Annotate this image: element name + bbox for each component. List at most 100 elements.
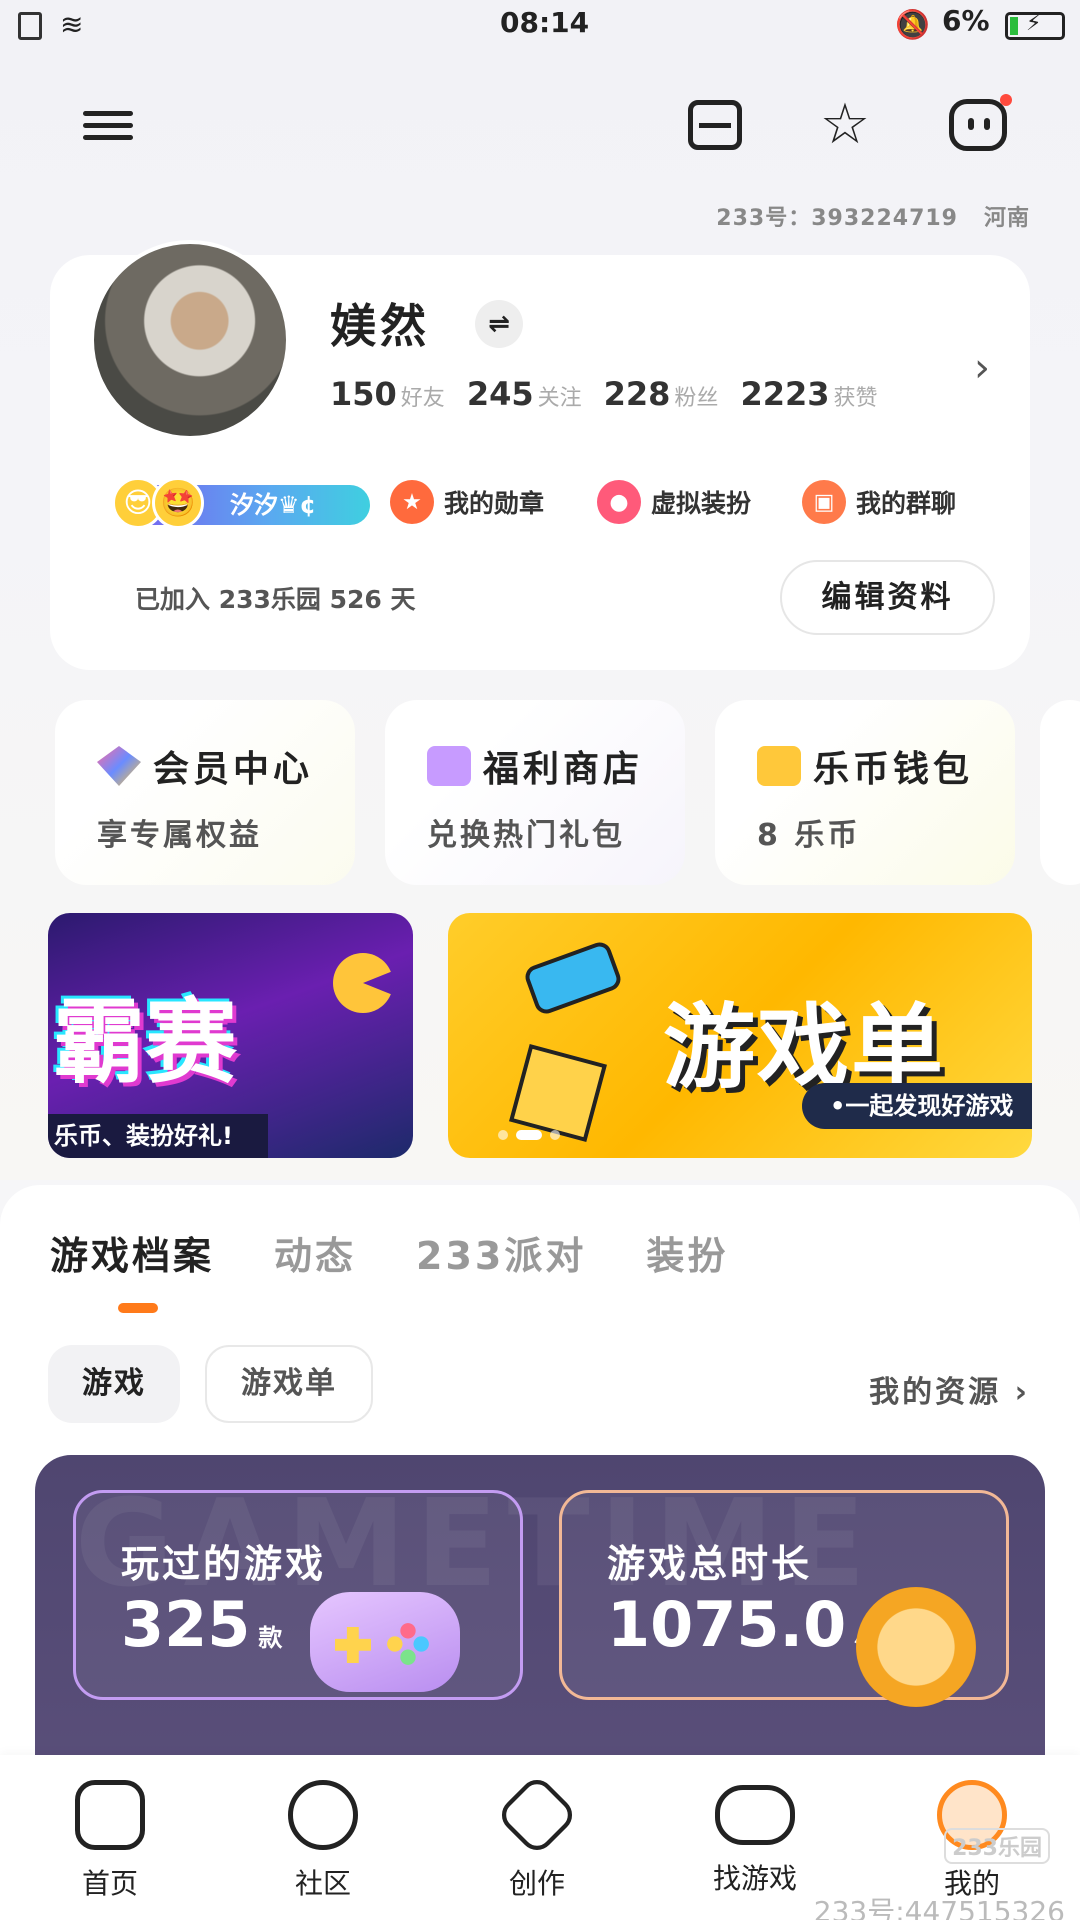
gift-icon	[427, 746, 471, 786]
quick-card-subtitle: 8 乐币	[757, 818, 861, 853]
filter-games[interactable]: 游戏	[48, 1345, 180, 1423]
stat-likes[interactable]: 2223 获赞	[740, 375, 877, 413]
nav-label: 创作	[508, 1867, 565, 1900]
stat-number: 2223	[740, 375, 830, 413]
quick-card-title: 福利商店	[483, 749, 644, 790]
handheld-console-icon	[522, 939, 624, 1017]
welfare-shop-card[interactable]: 福利商店 兑换热门礼包	[385, 700, 685, 885]
game-list-banner[interactable]: 游戏单 •一起发现好游戏	[448, 913, 1032, 1158]
chip-label: 我的勋章	[444, 489, 545, 518]
tab-moments[interactable]: 动态	[274, 1225, 356, 1280]
message-icon[interactable]	[948, 94, 1012, 155]
tab-game-archive[interactable]: 游戏档案	[50, 1225, 214, 1280]
gamepad-icon	[310, 1592, 460, 1692]
stat-label: 获赞	[833, 386, 878, 411]
scan-icon[interactable]	[685, 95, 745, 155]
gamepad-nav-icon	[715, 1785, 795, 1845]
chip-label: 我的群聊	[856, 489, 957, 518]
tab-party[interactable]: 233派对	[416, 1225, 586, 1280]
chat-icon: ▣	[802, 480, 846, 524]
games-played-title: 玩过的游戏	[121, 1542, 327, 1586]
status-time: 08:14	[500, 6, 590, 39]
virtual-outfit-chip[interactable]: ● 虚拟装扮	[597, 480, 751, 524]
cat-icon: ●	[597, 480, 641, 524]
profile-stats: 150 好友 245 关注 228 粉丝 2223 获赞	[330, 375, 878, 413]
filter-game-lists[interactable]: 游戏单	[205, 1345, 373, 1423]
wallet-icon	[757, 746, 801, 786]
chevron-right-icon: ›	[1014, 1375, 1030, 1410]
profile-content-sheet: 游戏档案 动态 233派对 装扮 游戏 游戏单 我的资源 › GAMETIME …	[0, 1185, 1080, 1795]
nav-home[interactable]: 首页	[45, 1780, 175, 1902]
quick-card-title: 乐币钱包	[813, 749, 974, 790]
star-icon[interactable]: ☆	[815, 95, 875, 155]
crown-icon	[97, 746, 141, 786]
nav-label: 社区	[294, 1867, 351, 1900]
total-playtime-card[interactable]: 游戏总时长 1075.0小时	[559, 1490, 1009, 1707]
quick-card-subtitle: 享专属权益	[97, 818, 262, 853]
pacman-icon	[333, 953, 393, 1013]
user-id-watermark: 233号:447515326	[813, 1895, 1065, 1920]
stat-label: 关注	[537, 386, 582, 411]
total-playtime-value: 1075.0	[607, 1588, 847, 1661]
my-group-chat-chip[interactable]: ▣ 我的群聊	[802, 480, 956, 524]
stat-number: 228	[603, 375, 671, 413]
profile-tabs: 游戏档案 动态 233派对 装扮	[50, 1225, 728, 1280]
stat-number: 245	[466, 375, 534, 413]
nav-find-games[interactable]: 找游戏	[690, 1780, 820, 1897]
planet-icon	[288, 1780, 358, 1850]
games-played-card[interactable]: 玩过的游戏 325 款	[73, 1490, 523, 1700]
stat-label: 粉丝	[674, 386, 719, 411]
stat-label: 好友	[400, 386, 445, 411]
starstruck-emoji-icon: 🤩	[152, 477, 204, 529]
home-icon	[75, 1780, 145, 1850]
edit-profile-button[interactable]: 编辑资料	[780, 560, 995, 635]
stat-following[interactable]: 245 关注	[467, 375, 582, 413]
my-resources-link[interactable]: 我的资源 ›	[869, 1367, 1030, 1411]
status-bar: ≋ 08:14 🔕 6% ⚡	[0, 0, 1080, 50]
games-played-value: 325	[121, 1588, 251, 1661]
next-quick-card[interactable]	[1040, 700, 1080, 885]
nav-create[interactable]: 创作	[472, 1772, 602, 1902]
stat-friends[interactable]: 150 好友	[330, 375, 445, 413]
menu-icon[interactable]	[78, 95, 138, 155]
member-center-card[interactable]: 会员中心 享专属权益	[55, 700, 355, 885]
quick-card-title: 会员中心	[153, 749, 314, 790]
game-time-panel: GAMETIME 玩过的游戏 325款 游戏总时长 1075.0小时	[35, 1455, 1045, 1795]
stopwatch-icon	[856, 1587, 976, 1707]
vip-badge-label: 汐汐♛¢	[230, 491, 317, 519]
active-tab-indicator	[118, 1303, 158, 1313]
swap-account-icon[interactable]: ⇌	[475, 300, 523, 348]
joined-days: 已加入 233乐园 526 天	[135, 585, 416, 614]
coin-wallet-card[interactable]: 乐币钱包 8 乐币	[715, 700, 1015, 885]
wifi-icon: ≋	[60, 8, 84, 41]
account-id-text: 233号：393224719	[716, 206, 958, 231]
resources-label: 我的资源	[869, 1375, 1002, 1410]
account-id: 233号：393224719 河南	[716, 200, 1030, 232]
tab-outfit[interactable]: 装扮	[646, 1225, 728, 1280]
battery-percent: 6%	[942, 4, 990, 37]
medal-icon: ★	[390, 480, 434, 524]
chip-label: 虚拟装扮	[651, 489, 752, 518]
app-logo-watermark: 233乐园	[944, 1828, 1050, 1864]
banner-pagination	[498, 1130, 560, 1140]
avatar[interactable]	[90, 240, 290, 440]
profile-card[interactable]: 媄然 ⇌ 150 好友 245 关注 228 粉丝 2223 获赞 › 😎 🤩 汐汐♛¢…	[50, 240, 1030, 670]
nav-label: 找游戏	[712, 1862, 797, 1895]
account-region: 河南	[983, 206, 1030, 231]
my-medals-chip[interactable]: ★ 我的勋章	[390, 480, 544, 524]
sim-icon	[18, 12, 42, 40]
star-create-icon	[494, 1772, 580, 1858]
cube-icon	[509, 1044, 607, 1142]
nav-community[interactable]: 社区	[258, 1780, 388, 1902]
bell-muted-icon: 🔕	[895, 8, 930, 41]
total-playtime-title: 游戏总时长	[607, 1542, 813, 1586]
nav-label: 首页	[81, 1867, 138, 1900]
vip-badge[interactable]: 😎 🤩 汐汐♛¢	[112, 477, 370, 529]
tournament-banner[interactable]: 霸赛 乐币、装扮好礼!	[48, 913, 413, 1158]
banner-subtitle: 乐币、装扮好礼!	[48, 1114, 268, 1158]
profile-name: 媄然	[330, 299, 430, 353]
banner-title: 霸赛	[53, 989, 238, 1096]
chevron-right-icon[interactable]: ›	[974, 345, 990, 391]
banner-subtitle: •一起发现好游戏	[802, 1083, 1032, 1129]
stat-fans[interactable]: 228 粉丝	[604, 375, 719, 413]
